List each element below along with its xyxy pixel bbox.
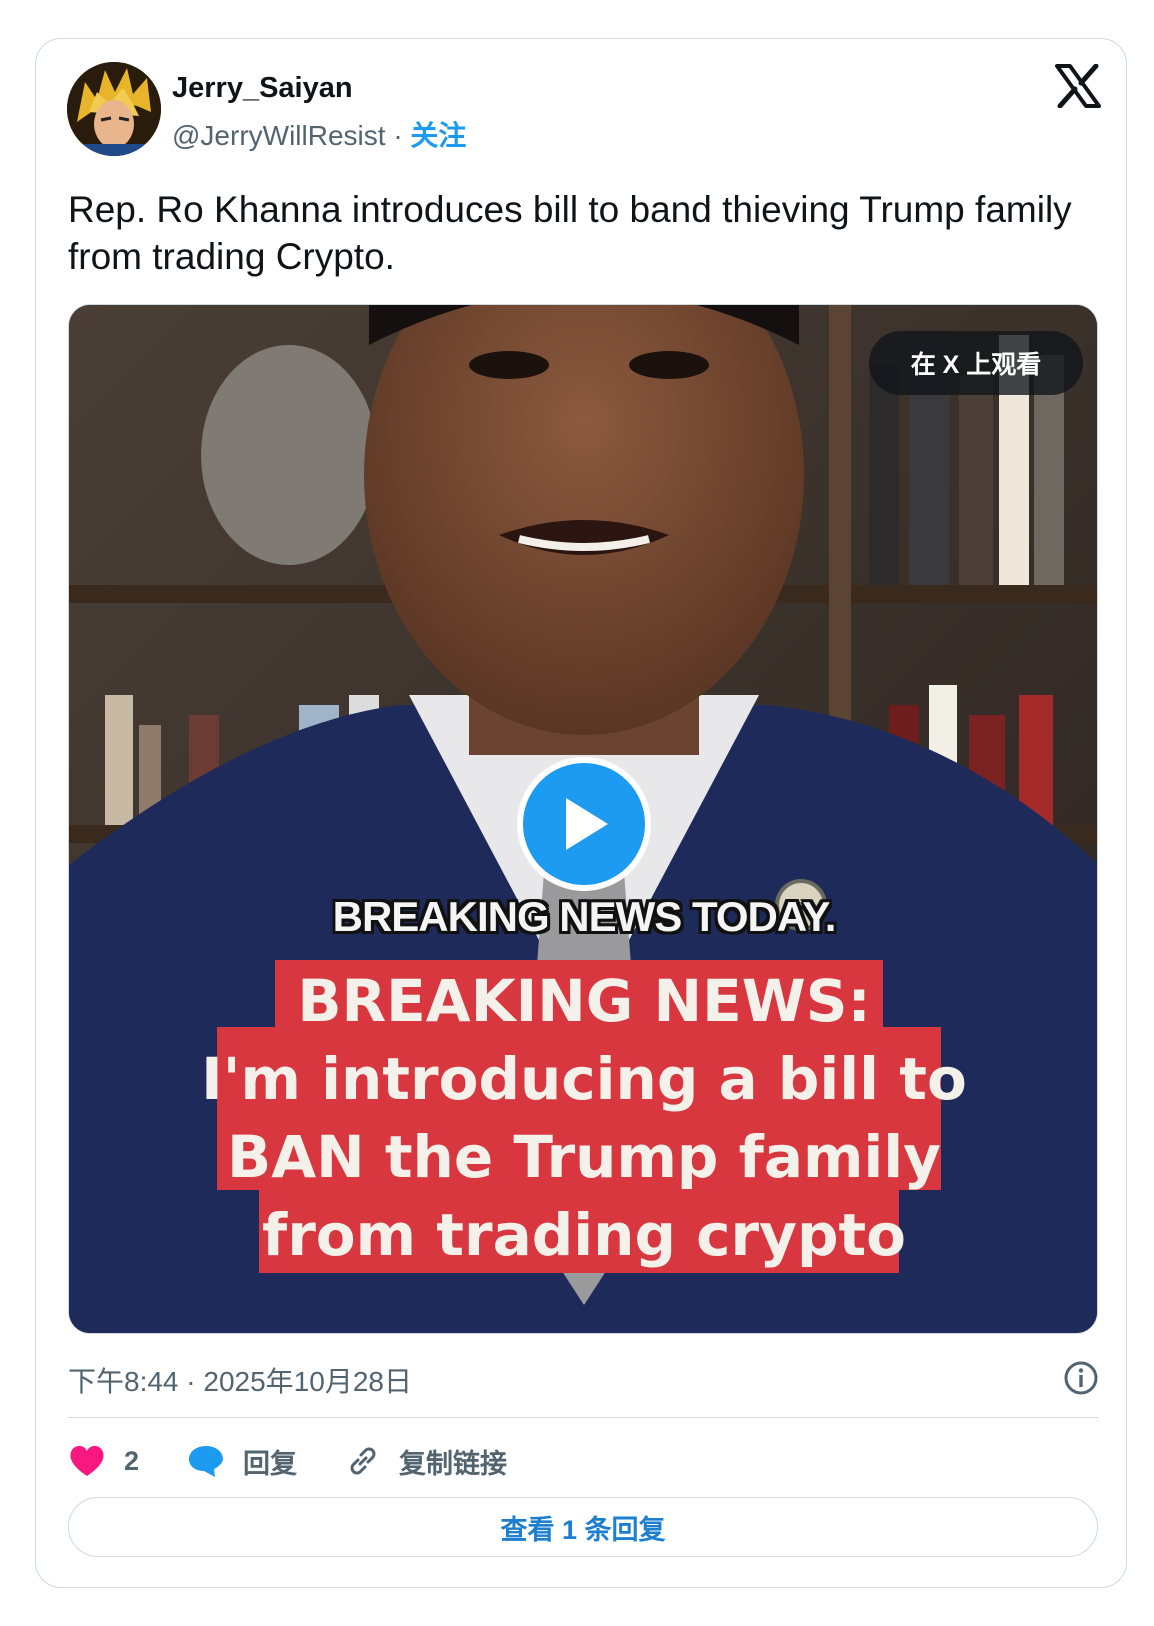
caption-line: I'm introducing a bill to bbox=[201, 1045, 967, 1113]
reply-bubble-icon bbox=[189, 1446, 224, 1477]
view-replies-button[interactable]: 查看 1 条回复 bbox=[68, 1497, 1098, 1557]
author-handle[interactable]: @JerryWillResist bbox=[172, 120, 386, 151]
like-button[interactable]: 2 bbox=[68, 1444, 139, 1478]
caption-top: BREAKING NEWS TODAY. bbox=[332, 893, 837, 940]
tweet-text: Rep. Ro Khanna introduces bill to band t… bbox=[68, 189, 1072, 277]
author-avatar[interactable] bbox=[67, 62, 161, 156]
heart-icon bbox=[70, 1445, 104, 1476]
author-name[interactable]: Jerry_Saiyan bbox=[172, 72, 353, 105]
reply-button[interactable]: 回复 bbox=[187, 1442, 297, 1481]
x-logo-icon[interactable] bbox=[1055, 63, 1101, 109]
copy-link-label: 复制链接 bbox=[399, 1448, 508, 1479]
video-player[interactable]: BREAKING NEWS: I'm introducing a bill to… bbox=[68, 304, 1098, 1334]
caption-line: BREAKING NEWS: bbox=[297, 967, 870, 1035]
caption-line: BAN the Trump family bbox=[227, 1123, 941, 1191]
info-icon[interactable] bbox=[1063, 1360, 1099, 1396]
like-count: 2 bbox=[124, 1445, 140, 1476]
caption-line: from trading crypto bbox=[262, 1201, 906, 1269]
tweet-timestamp[interactable]: 下午8:44 · 2025年10月28日 bbox=[68, 1360, 412, 1400]
action-bar: 2 回复 复制链接 bbox=[68, 1433, 555, 1489]
watch-on-x-button[interactable]: 在 X 上观看 bbox=[869, 331, 1083, 395]
link-icon bbox=[350, 1447, 376, 1475]
play-icon bbox=[566, 798, 608, 850]
divider bbox=[68, 1417, 1098, 1418]
separator-dot: · bbox=[393, 120, 403, 151]
reply-label: 回复 bbox=[243, 1448, 298, 1479]
author-handle-row: @JerryWillResist · 关注 bbox=[172, 114, 466, 154]
play-button[interactable] bbox=[517, 757, 651, 891]
follow-link[interactable]: 关注 bbox=[410, 120, 466, 151]
copy-link-button[interactable]: 复制链接 bbox=[345, 1442, 507, 1481]
